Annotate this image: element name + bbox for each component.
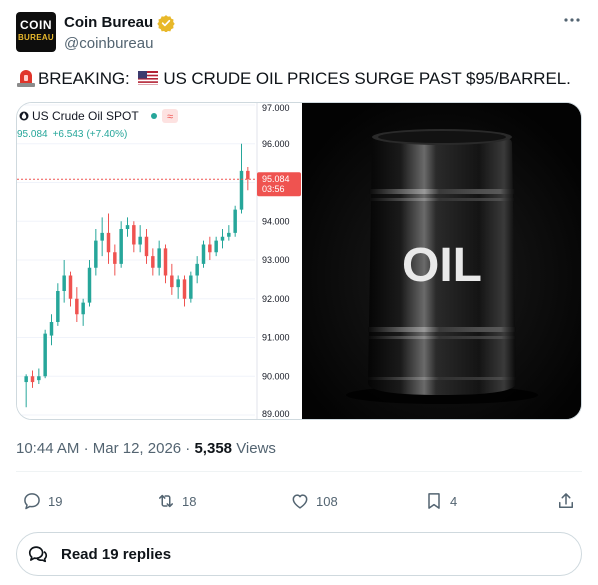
candle-body (170, 275, 174, 288)
chart-price-line: 95.084 +6.543 (+7.40%) (17, 129, 127, 140)
chart-price: 95.084 (17, 129, 48, 140)
candle-body (132, 225, 136, 245)
read-replies-button[interactable]: Read 19 replies (16, 532, 582, 576)
y-tick-label: 93.000 (262, 255, 290, 265)
verified-badge-icon[interactable] (157, 14, 175, 32)
candle-body (157, 248, 161, 268)
candle-body (24, 376, 28, 383)
bookmark-count: 4 (450, 493, 458, 509)
views-label: Views (236, 440, 276, 457)
candle-body (138, 236, 142, 245)
candle-body (106, 232, 111, 253)
last-price-tag-value: 95.084 (262, 174, 290, 184)
y-tick-label: 92.000 (262, 294, 290, 304)
candle-body (189, 275, 193, 299)
repost-icon (159, 494, 173, 508)
candle-body (94, 240, 98, 268)
barrel-label: OIL (402, 239, 482, 292)
candle-body (113, 252, 117, 264)
market-status-dot-icon (151, 113, 157, 119)
candle-body (176, 279, 180, 288)
y-tick-label: 90.000 (262, 371, 290, 381)
display-name[interactable]: Coin Bureau (64, 14, 153, 31)
candle-body (233, 209, 237, 233)
avatar[interactable]: COIN BUREAU (16, 12, 56, 52)
bookmark-button[interactable]: 4 (424, 490, 457, 512)
chart-change: +6.543 (53, 129, 84, 140)
read-replies-label: Read 19 replies (61, 545, 172, 563)
candle-body (246, 170, 250, 180)
bookmark-icon (428, 493, 440, 509)
candle-body (75, 298, 79, 315)
repost-count: 18 (182, 493, 197, 509)
meta-separator: · (185, 440, 191, 457)
candle-body (56, 291, 60, 322)
candle-body (144, 236, 149, 257)
chart-title: US Crude Oil SPOT (32, 109, 139, 123)
candle-body (201, 244, 206, 264)
siren-emoji-icon (17, 70, 35, 87)
candle-body (182, 279, 187, 299)
candle-body (100, 232, 104, 241)
candle-body (68, 275, 73, 299)
us-flag-icon (138, 71, 159, 85)
candle-body (37, 376, 41, 381)
candle-body (43, 333, 47, 377)
oil-barrel-illustration: OIL (302, 103, 581, 419)
share-button[interactable] (556, 490, 582, 512)
y-tick-label: 89.000 (262, 409, 290, 419)
candle-body (151, 256, 155, 268)
reply-count: 19 (48, 493, 63, 509)
candle-body (214, 240, 218, 253)
avatar-text-coin: COIN (20, 18, 52, 32)
candle-body (163, 248, 168, 276)
last-price-countdown: 03:56 (262, 184, 285, 194)
candle-body (119, 229, 123, 264)
avatar-text-bureau: BUREAU (17, 33, 55, 42)
like-button[interactable]: 108 (290, 490, 338, 512)
candle-body (49, 322, 54, 336)
candle-body (195, 263, 199, 276)
like-count: 108 (316, 493, 338, 509)
oil-barrel-image[interactable]: OIL (302, 103, 581, 419)
candle-body (87, 267, 92, 303)
post-text-headline: US CRUDE OIL PRICES SURGE PAST $95/BARRE… (163, 69, 571, 88)
reply-icon (24, 493, 40, 510)
y-tick-label: 94.000 (262, 216, 290, 226)
candle-body (239, 170, 244, 210)
chart-image[interactable]: 97.00096.00095.00094.00093.00092.00091.0… (17, 103, 301, 419)
candle-body (62, 275, 66, 291)
reply-button[interactable]: 19 (22, 490, 62, 512)
candle-body (208, 244, 212, 253)
heart-icon (292, 494, 308, 509)
media-grid[interactable]: 97.00096.00095.00094.00093.00092.00091.0… (16, 102, 582, 420)
divider (16, 471, 582, 472)
share-icon (559, 493, 573, 508)
candle-body (227, 232, 231, 237)
author-handle[interactable]: @coinbureau (64, 35, 153, 52)
more-options-icon[interactable] (562, 10, 582, 30)
chart-change-percent: (+7.40%) (86, 129, 127, 140)
meta-separator: · (83, 440, 89, 457)
read-replies-icon (28, 546, 48, 563)
candle-body (220, 236, 225, 241)
post-time[interactable]: 10:44 AM (16, 440, 79, 457)
price-chart: 97.00096.00095.00094.00093.00092.00091.0… (17, 103, 301, 419)
approx-icon: ≈ (167, 111, 173, 123)
candle-body (125, 225, 130, 229)
y-tick-label: 97.000 (262, 103, 290, 113)
repost-button[interactable]: 18 (156, 490, 196, 512)
candle-body (30, 376, 35, 383)
y-tick-label: 96.000 (262, 139, 290, 149)
post-date[interactable]: Mar 12, 2026 (93, 440, 181, 457)
post-text-breaking: BREAKING: (38, 69, 135, 88)
candle-body (81, 302, 85, 315)
views-count: 5,358 (194, 440, 233, 457)
post-meta: 10:44 AM · Mar 12, 2026 · 5,358 Views (16, 440, 276, 457)
y-tick-label: 91.000 (262, 333, 290, 343)
post-text: BREAKING: US CRUDE OIL PRICES SURGE PAST… (16, 68, 571, 90)
